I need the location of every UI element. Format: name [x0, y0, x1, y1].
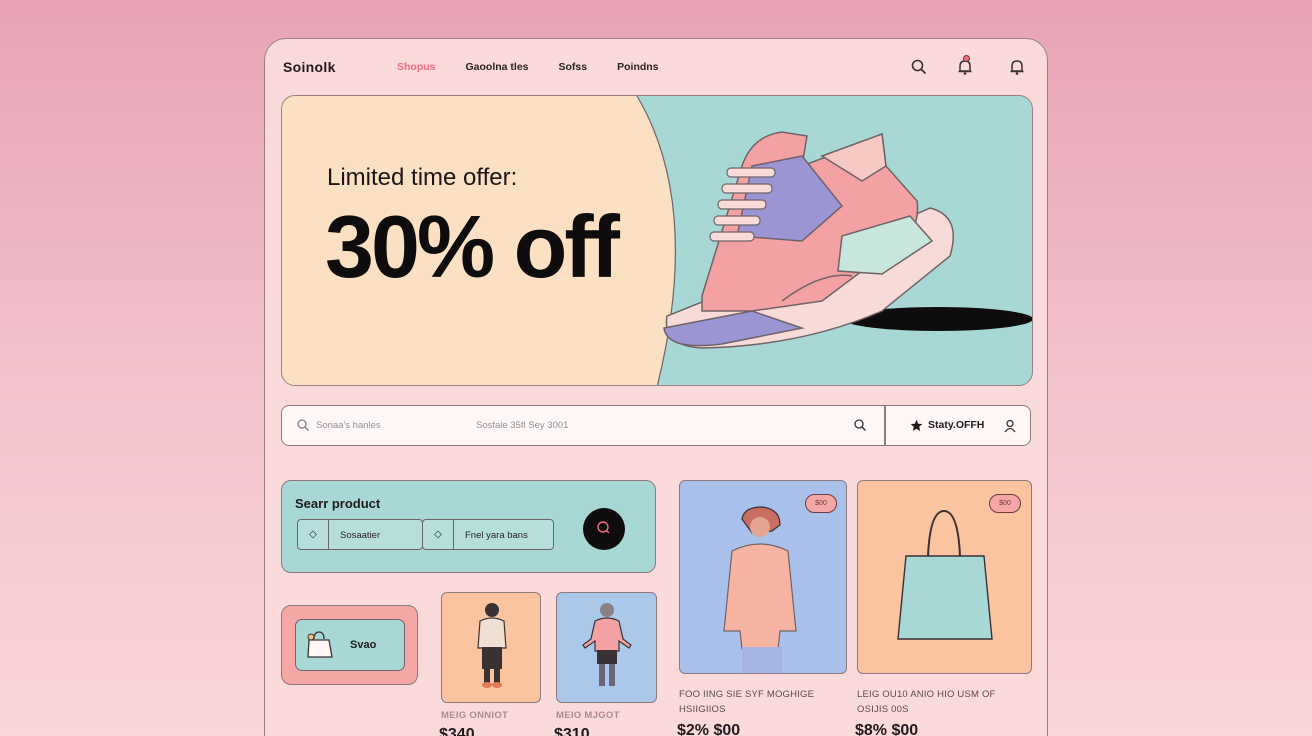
panel-title: Searr product — [295, 496, 381, 511]
product-card-4[interactable]: $00 — [857, 480, 1032, 674]
category-field[interactable]: ◇ Sosaatier — [297, 519, 423, 550]
nav-menu: Shopus Gaoolna tles Sofss Poindns — [397, 61, 689, 73]
brand-logo[interactable]: Soinolk — [283, 59, 336, 75]
user-icon[interactable] — [1004, 419, 1016, 433]
product-price-4: $8% $00 — [855, 722, 919, 736]
keyword-field[interactable]: ◇ Fnel yara bans — [422, 519, 554, 550]
tag-icon: ◇ — [423, 520, 454, 549]
nav-item-categories[interactable]: Gaoolna tles — [466, 61, 529, 73]
app-window: Soinolk Shopus Gaoolna tles Sofss Poindn… — [264, 38, 1048, 736]
nav-item-shop[interactable]: Shopus — [397, 61, 436, 73]
product-name-3: FOO IING SIE SYF MOGHIGE — [679, 689, 815, 700]
search-input[interactable]: Sonaa's hanles — [316, 420, 381, 431]
search-go-button[interactable] — [583, 508, 625, 550]
top-navigation: Soinolk Shopus Gaoolna tles Sofss Poindn… — [265, 39, 1047, 95]
search-icon[interactable] — [909, 57, 929, 77]
search-submit-icon[interactable] — [853, 418, 867, 432]
product-price-3: $2% $00 — [677, 722, 741, 736]
category-field-label: Sosaatier — [340, 530, 381, 541]
shop-label: Svao — [350, 639, 377, 651]
product-image — [582, 603, 632, 686]
product-name-4: LEIG OU10 ANIO HIO USM OF — [857, 689, 996, 700]
nav-item-sale[interactable]: Sofss — [559, 61, 588, 73]
product-card-1[interactable] — [441, 592, 541, 703]
star-icon — [910, 419, 923, 431]
product-card-2[interactable] — [556, 592, 657, 703]
alerts-bell-icon[interactable] — [1007, 57, 1027, 77]
search-bar[interactable]: Sonaa's hanles Sosfale 35fl Sey 3001 Sta… — [281, 405, 1031, 446]
shopping-bag-icon — [307, 631, 333, 658]
search-icon — [297, 419, 309, 431]
product-card-3[interactable]: $00 — [679, 480, 847, 674]
price-badge: $00 — [805, 494, 837, 513]
search-hint: Sosfale 35fl Sey 3001 — [476, 420, 569, 431]
product-name-1: MEIG ONNIOT — [441, 710, 509, 721]
product-price-2: $310 — [554, 726, 590, 736]
product-subname-3: HSIIGIIOS — [679, 704, 726, 715]
product-image — [477, 603, 507, 688]
shop-card: Svao — [281, 605, 418, 685]
product-price-1: $340 — [439, 726, 475, 736]
price-badge: $00 — [989, 494, 1021, 513]
search-icon — [597, 521, 610, 534]
tag-icon: ◇ — [298, 520, 329, 549]
search-product-panel: Searr product ◇ Sosaatier ◇ Fnel yara ba… — [281, 480, 656, 573]
hero-subtitle: Limited time offer: — [327, 164, 518, 191]
offer-filter-button[interactable]: Staty.OFFH — [928, 419, 984, 431]
divider — [884, 406, 886, 445]
hero-banner[interactable]: Limited time offer: 30% off — [281, 95, 1033, 386]
nav-item-points[interactable]: Poindns — [617, 61, 658, 73]
notification-badge — [963, 55, 970, 62]
product-name-2: MEIO MJGOT — [556, 710, 620, 721]
product-subname-4: OSIJIS 00S — [857, 704, 909, 715]
shop-button[interactable]: Svao — [295, 619, 405, 671]
keyword-field-label: Fnel yara bans — [465, 530, 528, 541]
hero-headline: 30% off — [325, 197, 620, 296]
